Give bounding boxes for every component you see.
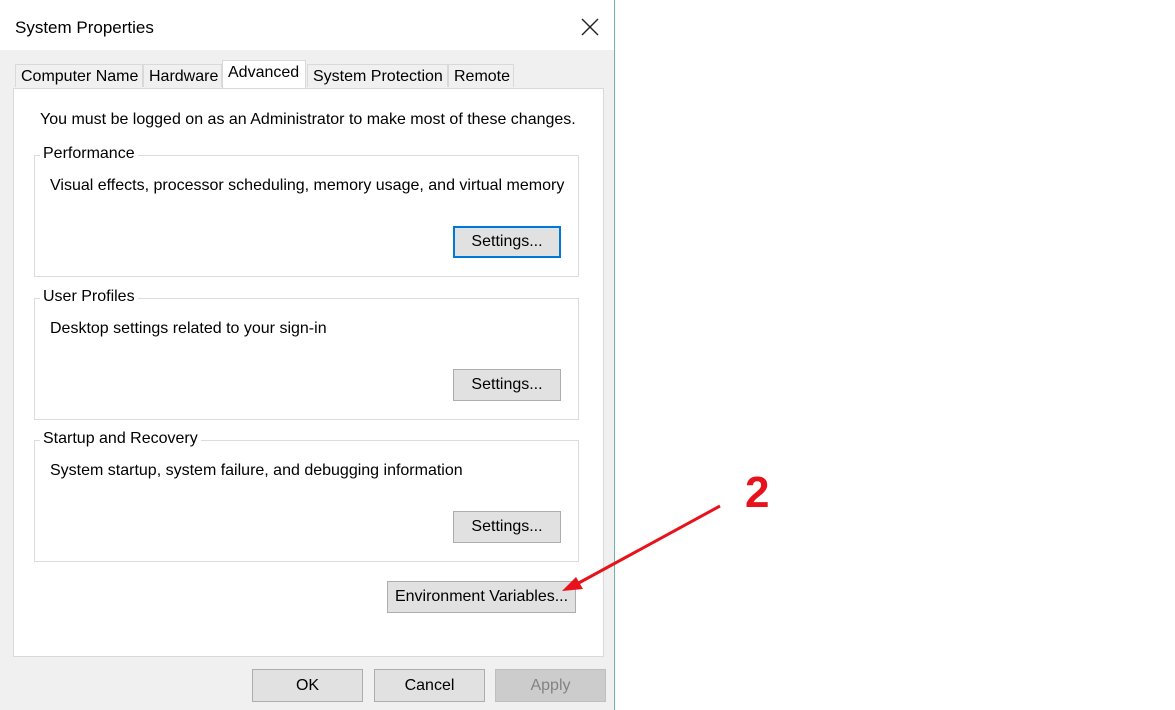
page: System Properties Computer Name Hardware…	[0, 0, 1175, 710]
annotation-arrow	[562, 504, 721, 591]
tab-advanced[interactable]: Advanced	[222, 60, 306, 88]
annotation-step-number: 2	[745, 468, 770, 517]
